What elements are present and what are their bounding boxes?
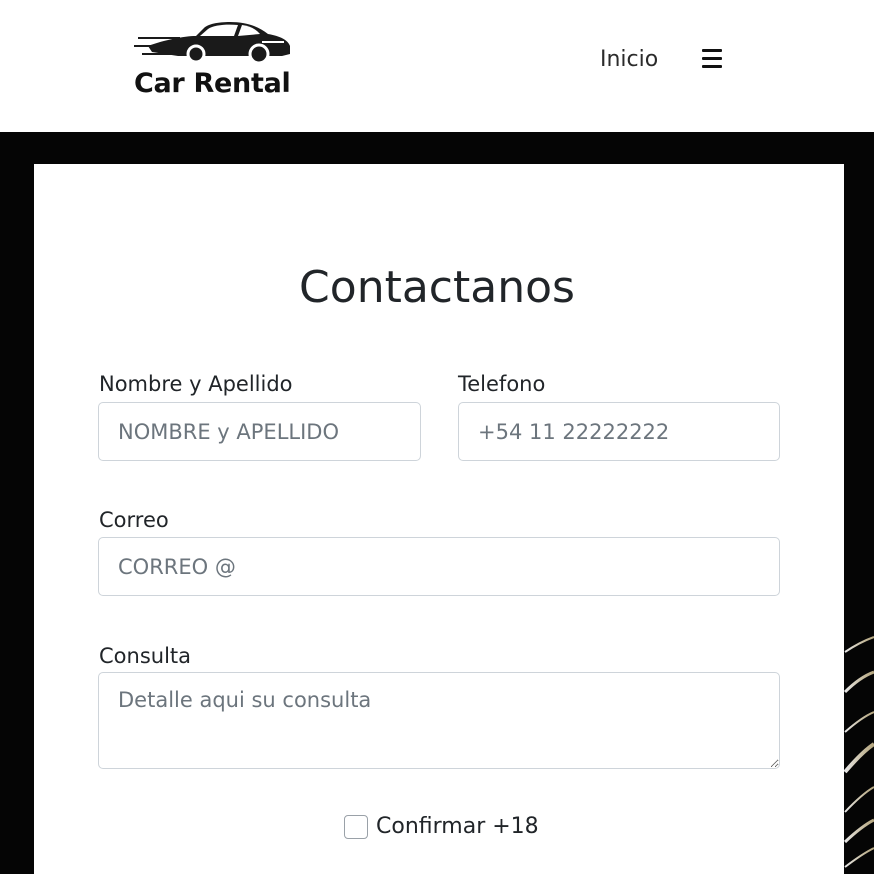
email-label: Correo [99, 508, 169, 532]
brand-logo[interactable]: Car Rental [128, 14, 294, 98]
navbar: Car Rental Inicio [0, 0, 874, 132]
confirm-age-label[interactable]: Confirmar +18 [376, 813, 539, 841]
name-field[interactable] [98, 402, 421, 461]
email-field[interactable] [98, 537, 780, 596]
hamburger-icon[interactable] [698, 44, 728, 74]
query-textarea[interactable] [98, 672, 780, 769]
confirm-age-checkbox[interactable] [344, 815, 368, 839]
phone-field[interactable] [458, 402, 780, 461]
phone-label: Telefono [458, 372, 546, 396]
query-label: Consulta [99, 644, 192, 668]
car-icon [134, 22, 290, 65]
page-title: Contactanos [299, 262, 575, 313]
brand-name: Car Rental [134, 68, 291, 99]
nav-link-inicio[interactable]: Inicio [600, 46, 658, 74]
name-label: Nombre y Apellido [99, 372, 293, 396]
